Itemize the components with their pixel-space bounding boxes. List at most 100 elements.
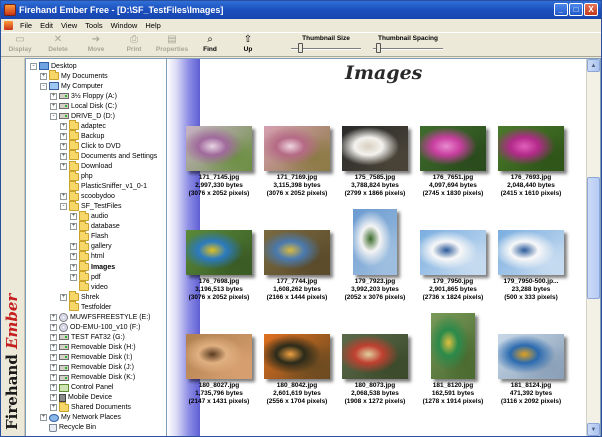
thumbnail-item[interactable]: 179_7950-500.jp... 23,288 bytes (500 x 333… — [491, 209, 571, 309]
expand-icon[interactable]: + — [70, 243, 77, 251]
thumbnail-image[interactable] — [264, 126, 330, 171]
tree-item[interactable]: + gallery — [70, 240, 112, 252]
expand-icon[interactable]: + — [50, 343, 57, 351]
expand-icon[interactable]: + — [50, 92, 57, 100]
thumbnail-item[interactable]: 181_8120.jpg 162,591 bytes (1278 x 1914 pi… — [413, 313, 493, 413]
tree-item[interactable]: + html — [70, 250, 104, 262]
expand-icon[interactable]: + — [50, 333, 57, 341]
collapse-icon[interactable]: - — [60, 203, 67, 211]
menu-view[interactable]: View — [57, 21, 81, 30]
tree-item[interactable]: Flash — [70, 230, 108, 242]
collapse-icon[interactable]: - — [50, 112, 57, 120]
thumbnail-item[interactable]: 180_8073.jpg 2,068,538 bytes (1908 x 1272 … — [335, 313, 415, 413]
tree-item[interactable]: Recycle Bin — [40, 423, 96, 433]
expand-icon[interactable]: + — [60, 132, 67, 140]
tree-item[interactable]: + Shared Documents — [50, 401, 131, 413]
tree-item[interactable]: - SF_TestFiles — [60, 200, 121, 212]
delete-button[interactable]: ✕ Delete — [39, 33, 77, 57]
thumbnail-spacing-slider[interactable]: Thumbnail Spacing — [369, 35, 447, 55]
thumbnail-item[interactable]: 171_7169.jpg 3,115,398 bytes (3076 x 2052 … — [257, 105, 337, 205]
tree-item[interactable]: + OD-EMU-100_v10 (F:) — [50, 322, 140, 332]
tree-item[interactable]: + adaptec — [60, 120, 106, 131]
thumbnail-image[interactable] — [420, 230, 486, 275]
expand-icon[interactable]: + — [60, 122, 67, 130]
thumbnail-image[interactable] — [431, 313, 475, 379]
minimize-button[interactable]: _ — [554, 3, 568, 16]
move-button[interactable]: ➔ Move — [77, 33, 115, 57]
thumbnail-image[interactable] — [498, 126, 564, 171]
expand-icon[interactable]: + — [50, 353, 57, 361]
document-menu-icon[interactable] — [4, 21, 13, 30]
expand-icon[interactable]: + — [60, 293, 67, 301]
expand-icon[interactable]: + — [50, 384, 57, 392]
expand-icon[interactable]: + — [70, 253, 77, 261]
thumbnail-image[interactable] — [353, 209, 397, 275]
thumbnail-item[interactable]: 176_7693.jpg 2,048,440 bytes (2415 x 1610 … — [491, 105, 571, 205]
tree-item[interactable]: - DRIVE_D (D:) — [50, 111, 115, 121]
thumbnail-item[interactable]: 180_8027.jpg 1,735,796 bytes (2147 x 1431 … — [179, 313, 259, 413]
thumbnail-image[interactable] — [264, 334, 330, 379]
tree-item[interactable]: php — [60, 170, 93, 182]
thumbnail-image[interactable] — [264, 230, 330, 275]
tree-item[interactable]: + My Documents — [40, 70, 108, 81]
expand-icon[interactable]: + — [70, 263, 77, 271]
thumbnail-size-thumb[interactable] — [297, 43, 303, 53]
menu-file[interactable]: File — [16, 21, 36, 30]
tree-item[interactable]: +3½ Floppy (A:) — [50, 91, 117, 101]
thumbnail-image[interactable] — [186, 126, 252, 171]
tree-item[interactable]: + Removable Disk (K:) — [50, 373, 135, 383]
expand-icon[interactable]: + — [70, 273, 77, 281]
thumbnail-item[interactable]: 180_8042.jpg 2,601,619 bytes (2556 x 1704 … — [257, 313, 337, 413]
tree-item[interactable]: + Control Panel — [50, 383, 113, 393]
close-button[interactable]: X — [584, 3, 598, 16]
thumbnail-spacing-track[interactable] — [373, 48, 443, 50]
thumbnail-item[interactable]: 177_7744.jpg 1,608,262 bytes (2166 x 1444 … — [257, 209, 337, 309]
menu-edit[interactable]: Edit — [36, 21, 57, 30]
tree-item[interactable]: + TEST FAT32 (G:) — [50, 332, 125, 342]
thumbnail-item[interactable]: 181_8124.jpg 471,392 bytes (3116 x 2092 pi… — [491, 313, 571, 413]
expand-icon[interactable]: + — [50, 404, 57, 412]
tree-item[interactable]: + Local Disk (C:) — [50, 101, 117, 111]
tree-item[interactable]: + Removable Disk (J:) — [50, 363, 134, 373]
scroll-down-button[interactable]: ▼ — [587, 423, 600, 436]
expand-icon[interactable]: + — [60, 142, 67, 150]
tree-item[interactable]: Testfolder — [60, 301, 111, 312]
tree-item[interactable]: + Shrek — [60, 291, 99, 302]
expand-icon[interactable]: + — [60, 163, 67, 170]
thumbnail-image[interactable] — [498, 334, 564, 379]
tree-item[interactable]: + MUWFSFREESTYLE (E:) — [50, 312, 151, 322]
properties-button[interactable]: ▤ Properties — [153, 33, 191, 57]
collapse-icon[interactable]: - — [40, 82, 47, 90]
expand-icon[interactable]: + — [60, 152, 67, 160]
thumbnail-image[interactable] — [186, 230, 252, 275]
maximize-button[interactable]: □ — [569, 3, 583, 16]
expand-icon[interactable]: + — [40, 414, 47, 422]
tree-item[interactable]: - My Computer — [40, 81, 103, 91]
title-bar[interactable]: Firehand Ember Free - [D:\SF_TestFiles\I… — [1, 1, 601, 19]
app-logo-icon[interactable] — [4, 4, 16, 16]
thumbnail-item[interactable]: 179_7923.jpg 3,992,203 bytes (2052 x 3076 … — [335, 209, 415, 309]
menu-window[interactable]: Window — [107, 21, 142, 30]
tree-item[interactable]: + Images — [70, 261, 115, 272]
tree-item[interactable]: + audio — [70, 210, 108, 222]
tree-item[interactable]: + Download — [60, 160, 112, 172]
tree-item[interactable]: + Backup — [60, 130, 104, 141]
thumbnail-item[interactable]: 176_7651.jpg 4,097,694 bytes (2745 x 1830 … — [413, 105, 493, 205]
display-button[interactable]: ▭ Display — [1, 33, 39, 57]
thumbnail-image[interactable] — [342, 126, 408, 171]
tree-item[interactable]: + database — [70, 220, 120, 232]
scroll-up-button[interactable]: ▲ — [587, 59, 600, 72]
expand-icon[interactable]: + — [50, 313, 57, 321]
tree-item[interactable]: + Removable Disk (I:) — [50, 352, 132, 362]
thumbnail-image[interactable] — [342, 334, 408, 379]
expand-icon[interactable]: + — [70, 223, 77, 231]
expand-icon[interactable]: + — [70, 213, 77, 221]
thumbnail-image[interactable] — [498, 230, 564, 275]
thumbnail-image[interactable] — [420, 126, 486, 171]
thumbnail-item[interactable]: 171_7145.jpg 2,997,330 bytes (3076 x 2052 … — [179, 105, 259, 205]
thumbnail-item[interactable]: 175_7585.jpg 3,788,824 bytes (2799 x 1866 … — [335, 105, 415, 205]
thumbnail-item[interactable]: 179_7950.jpg 2,901,865 bytes (2736 x 1824 … — [413, 209, 493, 309]
vertical-scrollbar[interactable]: ▲ ▼ — [586, 59, 600, 436]
find-button[interactable]: ⌕ Find — [191, 33, 229, 57]
thumbnail-size-slider[interactable]: Thumbnail Size — [287, 35, 365, 55]
